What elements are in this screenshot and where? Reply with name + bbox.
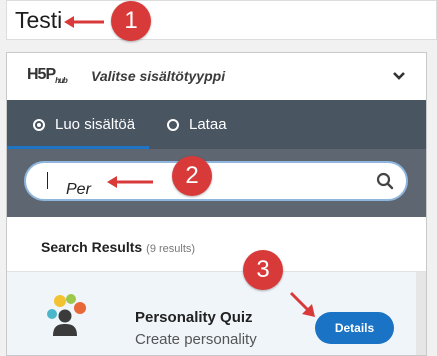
step-3-badge: 3 — [243, 250, 283, 290]
item-title: Personality Quiz — [135, 309, 253, 326]
chevron-down-icon[interactable] — [392, 69, 406, 83]
results-count: (9 results) — [146, 243, 196, 255]
hub-title: Valitse sisältötyyppi — [91, 68, 226, 84]
list-item[interactable]: Personality Quiz Create personality Deta… — [7, 272, 426, 355]
hub-header[interactable]: H5Phub Valitse sisältötyyppi — [7, 53, 426, 101]
item-description: Create personality — [135, 331, 257, 348]
arrow-2-icon — [107, 176, 153, 188]
tab-label: Lataa — [189, 116, 227, 133]
search-results-header: Search Results (9 results) — [7, 217, 426, 271]
tab-create-content[interactable]: Luo sisältöä — [7, 100, 150, 149]
scrollbar[interactable] — [416, 272, 426, 355]
search-input-value: Per — [66, 181, 91, 198]
search-icon[interactable] — [376, 172, 394, 190]
hub-tabs: Luo sisältöä Lataa — [7, 100, 426, 149]
title-input-value: Testi — [15, 7, 63, 33]
radio-selected-icon — [33, 118, 45, 131]
step-1-badge: 1 — [111, 1, 151, 41]
search-input[interactable]: Per — [24, 161, 408, 201]
radio-icon — [167, 118, 179, 131]
details-button[interactable]: Details — [315, 312, 394, 344]
h5p-logo: H5Phub — [27, 66, 68, 86]
step-2-badge: 2 — [172, 156, 212, 196]
h5p-hub-panel: H5Phub Valitse sisältötyyppi Luo sisältö… — [6, 52, 427, 356]
arrow-1-icon — [64, 16, 104, 28]
results-heading: Search Results — [41, 239, 143, 255]
arrow-3-icon — [289, 291, 315, 317]
personality-quiz-icon — [47, 294, 86, 336]
search-bar: Per — [7, 149, 426, 217]
tab-label: Luo sisältöä — [55, 116, 136, 133]
tab-upload[interactable]: Lataa — [167, 100, 227, 149]
